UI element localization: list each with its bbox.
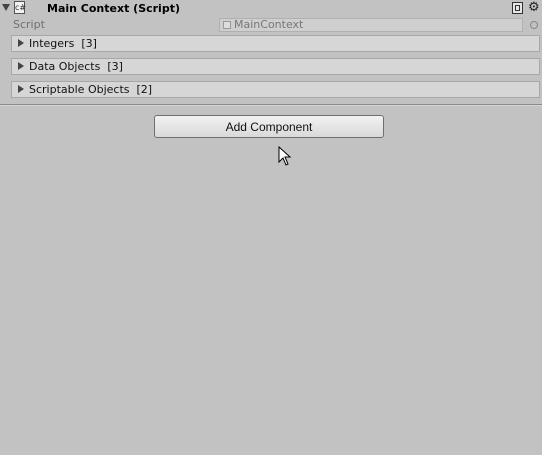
foldout-arrow-icon[interactable] xyxy=(18,39,24,47)
script-row: Script MainContext xyxy=(0,17,542,33)
foldout-arrow-icon[interactable] xyxy=(2,4,10,11)
object-picker-icon[interactable] xyxy=(530,21,538,29)
script-file-icon xyxy=(223,21,231,29)
script-icon[interactable]: c# xyxy=(14,1,26,14)
help-icon[interactable] xyxy=(512,2,523,14)
foldout-label: Data Objects [3] xyxy=(29,60,123,73)
script-field-value: MainContext xyxy=(234,18,304,31)
foldout-scriptable-objects[interactable]: Scriptable Objects [2] xyxy=(11,81,540,98)
foldout-arrow-icon[interactable] xyxy=(18,62,24,70)
foldout-label: Scriptable Objects [2] xyxy=(29,83,153,96)
script-label: Script xyxy=(13,18,45,31)
component-title: Main Context (Script) xyxy=(47,2,180,15)
add-component-button[interactable]: Add Component xyxy=(154,115,384,138)
foldout-arrow-icon[interactable] xyxy=(18,85,24,93)
gear-icon[interactable]: ⚙ xyxy=(528,0,540,15)
foldout-integers[interactable]: Integers [3] xyxy=(11,35,540,52)
component-header[interactable]: c# Main Context (Script) ⚙ xyxy=(0,0,542,17)
divider-highlight xyxy=(0,105,542,106)
foldout-data-objects[interactable]: Data Objects [3] xyxy=(11,58,540,75)
foldout-label: Integers [3] xyxy=(29,37,97,50)
script-field[interactable]: MainContext xyxy=(219,18,523,32)
mouse-cursor-icon xyxy=(278,146,292,166)
